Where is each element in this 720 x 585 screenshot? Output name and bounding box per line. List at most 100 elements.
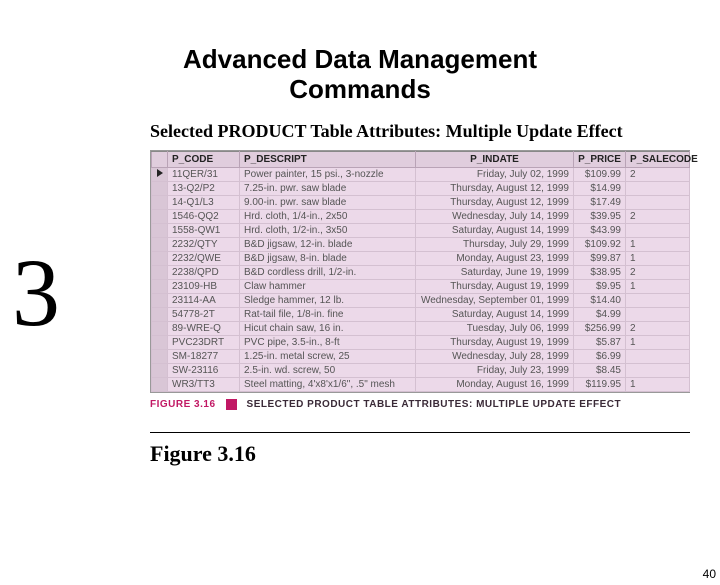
- cell-date: Thursday, August 12, 1999: [416, 195, 574, 209]
- row-selector[interactable]: [152, 167, 168, 181]
- cell-desc: 2.5-in. wd. screw, 50: [240, 363, 416, 377]
- cell-date: Thursday, July 29, 1999: [416, 237, 574, 251]
- table-row: SM-182771.25-in. metal screw, 25Wednesda…: [152, 349, 690, 363]
- cell-desc: Claw hammer: [240, 279, 416, 293]
- row-selector[interactable]: [152, 363, 168, 377]
- cell-code: 2232/QTY: [168, 237, 240, 251]
- cell-price: $119.95: [574, 377, 626, 391]
- figure-label: Figure 3.16: [150, 441, 720, 467]
- slide-title: Advanced Data Management Commands: [0, 45, 720, 105]
- cell-price: $6.99: [574, 349, 626, 363]
- cell-sale: 1: [626, 237, 690, 251]
- cell-price: $17.49: [574, 195, 626, 209]
- row-selector[interactable]: [152, 181, 168, 195]
- row-selector[interactable]: [152, 321, 168, 335]
- row-selector[interactable]: [152, 335, 168, 349]
- cell-sale: 2: [626, 209, 690, 223]
- table-row: 11QER/31Power painter, 15 psi., 3-nozzle…: [152, 167, 690, 181]
- cell-sale: 1: [626, 335, 690, 349]
- cell-date: Thursday, August 19, 1999: [416, 335, 574, 349]
- table-row: 1546-QQ2Hrd. cloth, 1/4-in., 2x50Wednesd…: [152, 209, 690, 223]
- cell-desc: Steel matting, 4'x8'x1/6", .5" mesh: [240, 377, 416, 391]
- caption-box-icon: [226, 399, 237, 410]
- row-selector[interactable]: [152, 307, 168, 321]
- figure-id: FIGURE 3.16: [150, 399, 216, 410]
- cell-price: $43.99: [574, 223, 626, 237]
- cell-code: 1546-QQ2: [168, 209, 240, 223]
- table-row: 89-WRE-QHicut chain saw, 16 in.Tuesday, …: [152, 321, 690, 335]
- cell-price: $109.92: [574, 237, 626, 251]
- cell-sale: 1: [626, 251, 690, 265]
- cell-code: SW-23116: [168, 363, 240, 377]
- cell-desc: Rat-tail file, 1/8-in. fine: [240, 307, 416, 321]
- cell-date: Tuesday, July 06, 1999: [416, 321, 574, 335]
- col-p-indate: P_INDATE: [416, 151, 574, 167]
- row-selector[interactable]: [152, 265, 168, 279]
- cell-date: Friday, July 02, 1999: [416, 167, 574, 181]
- table-row: PVC23DRTPVC pipe, 3.5-in., 8-ftThursday,…: [152, 335, 690, 349]
- cell-sale: [626, 293, 690, 307]
- table-row: 2232/QTYB&D jigsaw, 12-in. bladeThursday…: [152, 237, 690, 251]
- table-row: WR3/TT3Steel matting, 4'x8'x1/6", .5" me…: [152, 377, 690, 391]
- table-row: 2238/QPDB&D cordless drill, 1/2-in.Satur…: [152, 265, 690, 279]
- product-table: P_CODE P_DESCRIPT P_INDATE P_PRICE P_SAL…: [151, 151, 690, 392]
- table-row: 14-Q1/L39.00-in. pwr. saw bladeThursday,…: [152, 195, 690, 209]
- cell-date: Wednesday, July 28, 1999: [416, 349, 574, 363]
- table-row: 23109-HBClaw hammerThursday, August 19, …: [152, 279, 690, 293]
- cell-code: 14-Q1/L3: [168, 195, 240, 209]
- cell-sale: [626, 363, 690, 377]
- cell-code: 23114-AA: [168, 293, 240, 307]
- cell-code: 13-Q2/P2: [168, 181, 240, 195]
- cell-price: $109.99: [574, 167, 626, 181]
- cell-desc: 7.25-in. pwr. saw blade: [240, 181, 416, 195]
- row-selector[interactable]: [152, 209, 168, 223]
- db-table-frame: P_CODE P_DESCRIPT P_INDATE P_PRICE P_SAL…: [150, 150, 690, 393]
- row-selector[interactable]: [152, 251, 168, 265]
- cell-price: $14.40: [574, 293, 626, 307]
- row-selector-header: [152, 151, 168, 167]
- cell-date: Monday, August 23, 1999: [416, 251, 574, 265]
- table-header-row: P_CODE P_DESCRIPT P_INDATE P_PRICE P_SAL…: [152, 151, 690, 167]
- row-selector[interactable]: [152, 349, 168, 363]
- chapter-number: 3: [12, 245, 60, 341]
- cell-desc: Hicut chain saw, 16 in.: [240, 321, 416, 335]
- cell-date: Saturday, August 14, 1999: [416, 223, 574, 237]
- cell-code: WR3/TT3: [168, 377, 240, 391]
- cell-sale: [626, 307, 690, 321]
- current-row-icon: [157, 169, 163, 177]
- cell-date: Saturday, August 14, 1999: [416, 307, 574, 321]
- cell-desc: 1.25-in. metal screw, 25: [240, 349, 416, 363]
- cell-date: Wednesday, September 01, 1999: [416, 293, 574, 307]
- cell-sale: 1: [626, 377, 690, 391]
- row-selector[interactable]: [152, 223, 168, 237]
- figure-container: P_CODE P_DESCRIPT P_INDATE P_PRICE P_SAL…: [150, 150, 690, 410]
- cell-sale: 2: [626, 167, 690, 181]
- cell-code: 2238/QPD: [168, 265, 240, 279]
- cell-price: $14.99: [574, 181, 626, 195]
- slide-subtitle: Selected PRODUCT Table Attributes: Multi…: [150, 121, 720, 142]
- row-selector[interactable]: [152, 237, 168, 251]
- row-selector[interactable]: [152, 377, 168, 391]
- cell-code: 54778-2T: [168, 307, 240, 321]
- cell-sale: [626, 195, 690, 209]
- col-p-price: P_PRICE: [574, 151, 626, 167]
- col-p-salecode: P_SALECODE: [626, 151, 690, 167]
- cell-code: 1558-QW1: [168, 223, 240, 237]
- col-p-code: P_CODE: [168, 151, 240, 167]
- cell-price: $256.99: [574, 321, 626, 335]
- cell-code: 89-WRE-Q: [168, 321, 240, 335]
- cell-price: $8.45: [574, 363, 626, 377]
- cell-sale: [626, 349, 690, 363]
- cell-code: SM-18277: [168, 349, 240, 363]
- figure-caption: FIGURE 3.16 SELECTED PRODUCT TABLE ATTRI…: [150, 399, 690, 410]
- table-row: 2232/QWEB&D jigsaw, 8-in. bladeMonday, A…: [152, 251, 690, 265]
- table-row: 23114-AASledge hammer, 12 lb.Wednesday, …: [152, 293, 690, 307]
- cell-desc: 9.00-in. pwr. saw blade: [240, 195, 416, 209]
- cell-date: Thursday, August 19, 1999: [416, 279, 574, 293]
- row-selector[interactable]: [152, 293, 168, 307]
- row-selector[interactable]: [152, 279, 168, 293]
- cell-code: 2232/QWE: [168, 251, 240, 265]
- cell-sale: 1: [626, 279, 690, 293]
- table-row: 13-Q2/P27.25-in. pwr. saw bladeThursday,…: [152, 181, 690, 195]
- row-selector[interactable]: [152, 195, 168, 209]
